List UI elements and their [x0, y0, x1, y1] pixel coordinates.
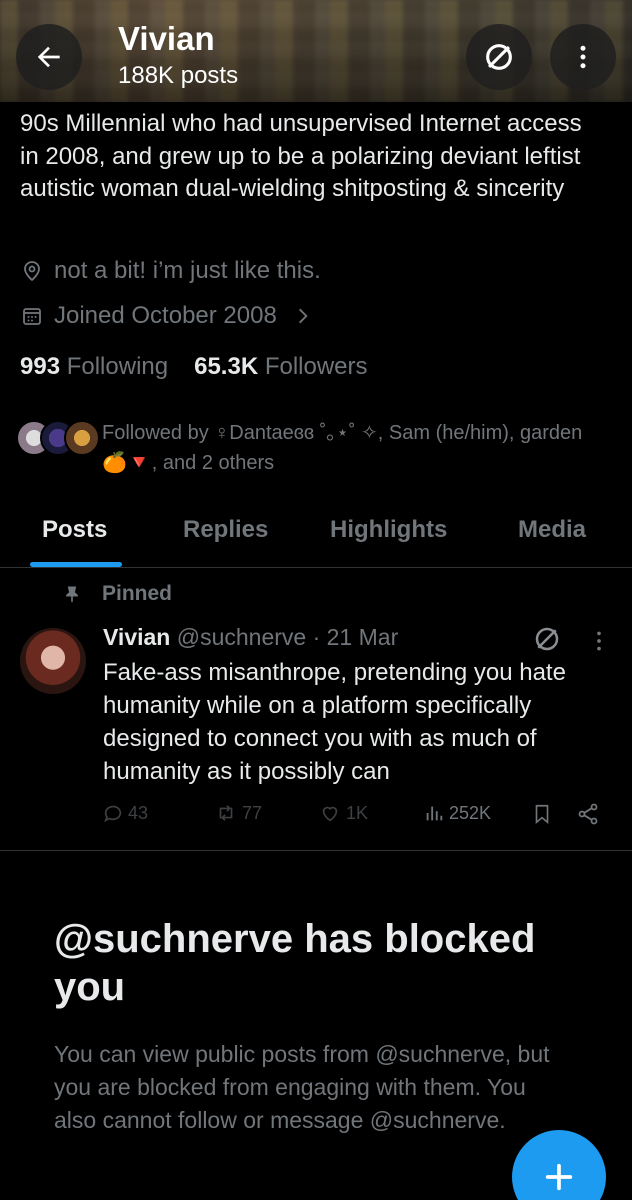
views-chart-icon [426, 806, 443, 821]
plus-icon [545, 1163, 573, 1191]
arrow-left-icon [37, 46, 60, 68]
tab-posts[interactable]: Posts [42, 516, 107, 544]
share-icon [578, 803, 598, 825]
share-action[interactable] [576, 802, 600, 826]
views-action[interactable]: 252K [423, 802, 491, 824]
repost-icon [219, 805, 233, 821]
profile-tabs: Posts Replies Highlights Media [0, 500, 632, 568]
more-options-button[interactable] [550, 24, 616, 90]
more-vertical-icon[interactable] [590, 628, 608, 654]
following-link[interactable]: 993 Following [20, 353, 168, 381]
blocked-notice-description: You can view public posts from @suchnerv… [54, 1041, 550, 1133]
blocked-status-button[interactable] [466, 24, 532, 90]
more-vertical-icon [580, 45, 586, 69]
joined-text: Joined October 2008 [54, 302, 277, 329]
blocked-icon [535, 627, 559, 651]
location-text: not a bit! i’m just like this. [54, 257, 321, 284]
pinned-label: Pinned [102, 582, 173, 605]
tweet-header: Vivian @suchnerve · 21 Mar [103, 624, 398, 651]
like-action: 1K [318, 802, 368, 824]
tab-replies[interactable]: Replies [183, 516, 268, 544]
back-button[interactable] [16, 24, 82, 90]
reply-icon [104, 805, 122, 823]
reply-action: 43 [102, 802, 148, 824]
chevron-right-icon [298, 308, 308, 324]
tweet-actions: 43 77 1K 252K [100, 800, 610, 832]
profile-joined-row[interactable]: Joined October 2008 [20, 302, 313, 330]
followers-link[interactable]: 65.3K Followers [194, 353, 367, 381]
tweet-author-name[interactable]: Vivian [103, 624, 170, 650]
compose-fab-button[interactable] [512, 1130, 606, 1200]
blocked-icon [486, 44, 512, 70]
heart-icon [322, 806, 338, 822]
header-name: Vivian [118, 20, 215, 57]
tweet-text: Fake-ass misanthrope, pretending you hat… [103, 659, 566, 785]
pin-icon [66, 586, 78, 603]
follow-stats: 993 Following 65.3K Followers [20, 353, 368, 381]
tab-media[interactable]: Media [518, 516, 586, 544]
calendar-icon [23, 308, 41, 325]
bookmark-action[interactable] [531, 802, 553, 826]
avatar [64, 420, 100, 456]
header-posts-count: 188K posts [118, 62, 239, 89]
avatar[interactable] [20, 628, 86, 694]
bookmark-icon [535, 804, 549, 825]
pinned-label-row: Pinned [62, 582, 172, 606]
divider [0, 850, 632, 851]
active-tab-indicator [30, 562, 122, 567]
blocked-notice-title: @suchnerve has blocked you [54, 917, 536, 1009]
profile-header-banner: Vivian 188K posts [0, 0, 632, 102]
location-pin-icon [24, 261, 40, 282]
tab-highlights[interactable]: Highlights [330, 516, 447, 544]
profile-location: not a bit! i’m just like this. [20, 257, 321, 285]
tweet-handle-date: @suchnerve · 21 Mar [176, 624, 399, 650]
repost-action: 77 [214, 802, 262, 824]
followed-by-avatars[interactable] [16, 420, 100, 456]
profile-bio: 90s Millennial who had unsupervised Inte… [20, 110, 582, 202]
followed-by-text[interactable]: Followed by ♀Dantaeɞɞ ˚｡⋆˚ ✧, Sam (he/hi… [102, 418, 592, 478]
